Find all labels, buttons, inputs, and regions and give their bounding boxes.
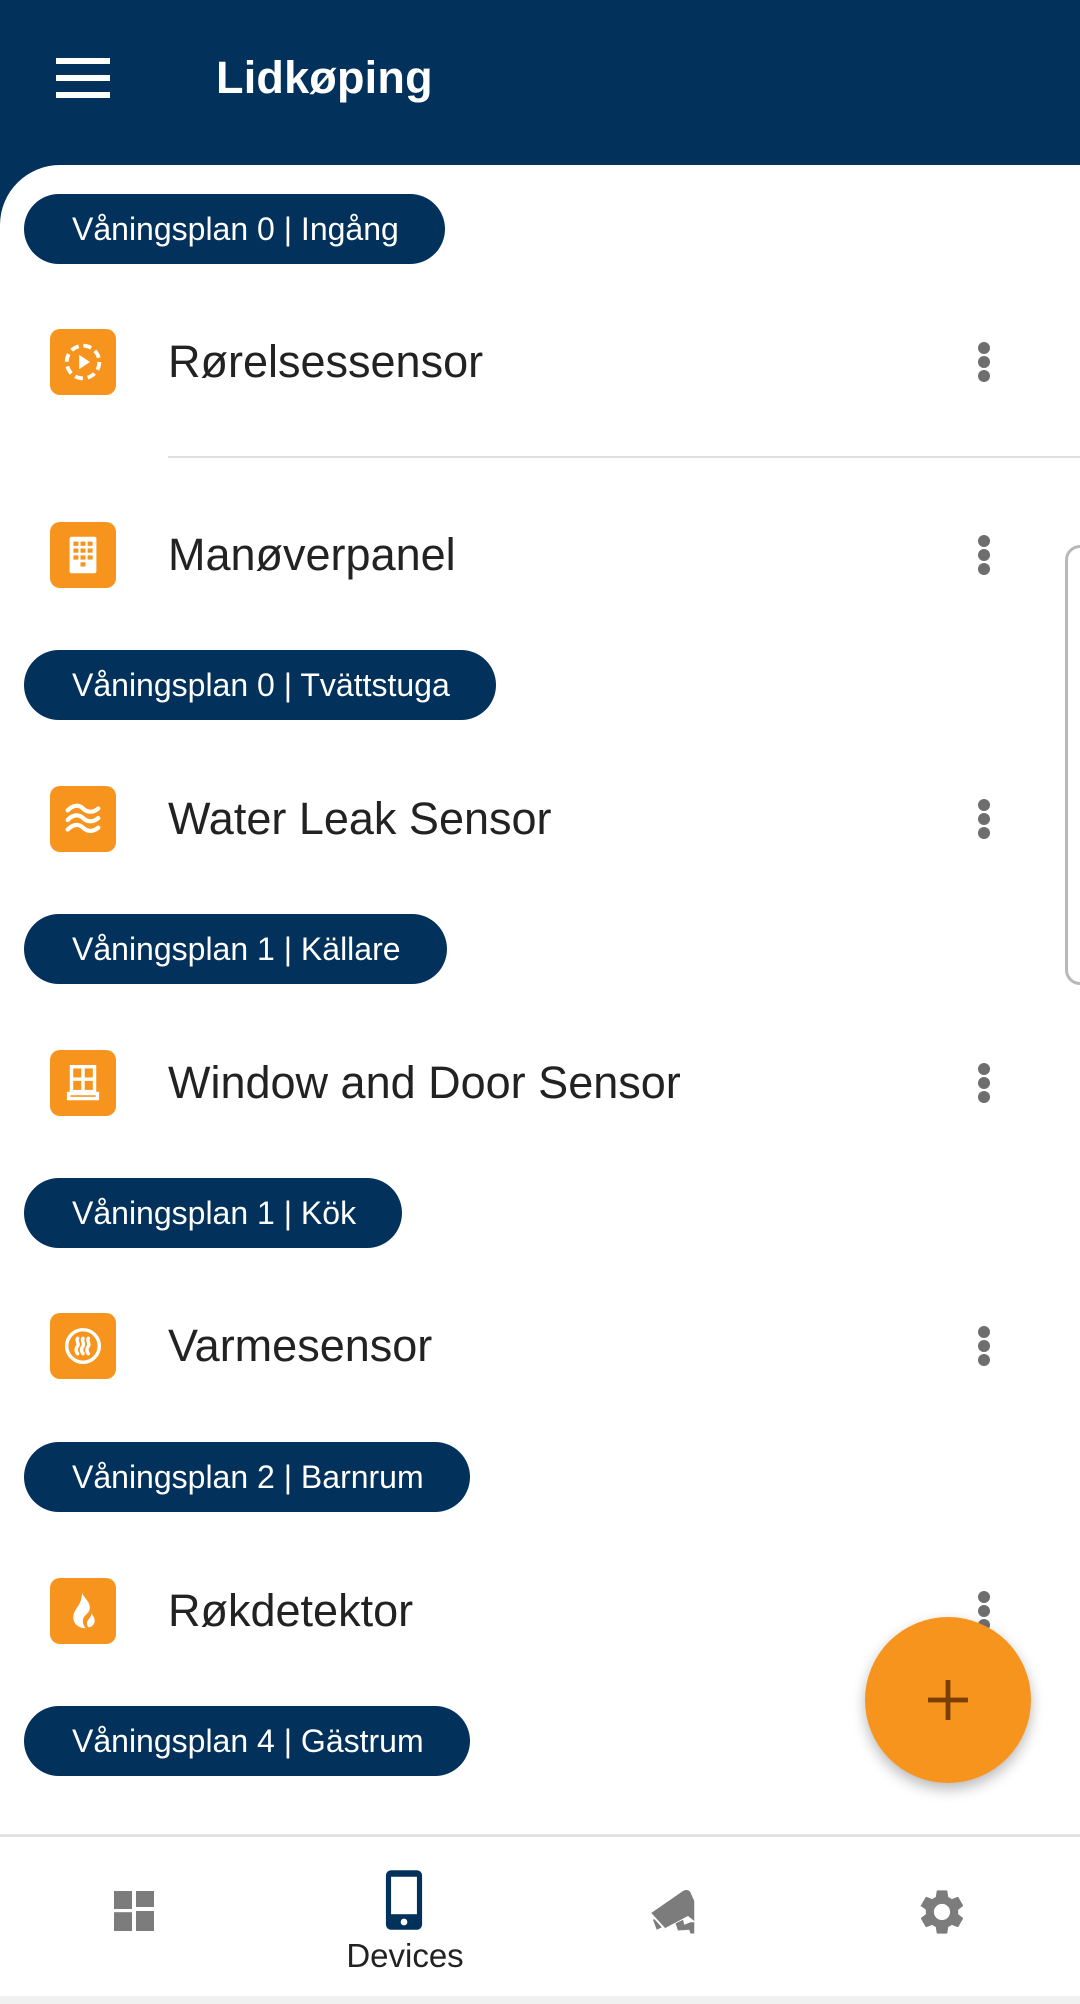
window-icon — [50, 1050, 116, 1116]
hamburger-menu-icon[interactable] — [56, 58, 110, 98]
gear-icon — [920, 1890, 964, 1934]
room-chip: Våningsplan 0 | Ingång — [24, 194, 445, 264]
dashboard-icon — [114, 1891, 154, 1931]
divider — [168, 456, 1080, 458]
more-options-icon[interactable] — [966, 336, 1002, 388]
more-options-icon[interactable] — [966, 793, 1002, 845]
device-name: Window and Door Sensor — [168, 1057, 681, 1108]
bottom-navigation: Devices — [0, 1834, 1080, 1996]
water-waves-icon — [50, 786, 116, 852]
room-chip: Våningsplan 4 | Gästrum — [24, 1706, 470, 1776]
device-name: Water Leak Sensor — [168, 793, 552, 844]
page-title: Lidkøping — [216, 52, 433, 103]
device-row[interactable]: Water Leak Sensor — [0, 759, 1080, 879]
room-chip: Våningsplan 1 | Kök — [24, 1178, 403, 1248]
motion-sensor-icon — [50, 329, 116, 395]
plus-icon — [928, 1680, 968, 1720]
keypad-icon — [50, 522, 116, 588]
device-name: Varmesensor — [168, 1320, 433, 1371]
security-camera-icon — [649, 1889, 695, 1934]
smartphone-icon — [385, 1870, 423, 1930]
flame-icon — [50, 1578, 116, 1644]
nav-devices[interactable]: Devices — [270, 1837, 540, 1996]
heat-sensor-icon — [50, 1313, 116, 1379]
room-chip: Våningsplan 0 | Tvättstuga — [24, 650, 496, 720]
more-options-icon[interactable] — [966, 529, 1002, 581]
system-bar — [0, 1996, 1080, 2004]
nav-settings[interactable] — [810, 1837, 1080, 1996]
add-device-button[interactable] — [865, 1617, 1031, 1783]
device-row[interactable]: Manøverpanel — [0, 495, 1080, 615]
side-scroll-handle[interactable] — [1065, 545, 1080, 985]
room-chip: Våningsplan 1 | Källare — [24, 914, 447, 984]
device-row[interactable]: Window and Door Sensor — [0, 1023, 1080, 1143]
room-chip: Våningsplan 2 | Barnrum — [24, 1442, 470, 1512]
nav-dashboard[interactable] — [0, 1837, 270, 1996]
device-list: Våningsplan 0 | Ingång Rørelsessensor Ma… — [0, 165, 1080, 1834]
device-name: Rørelsessensor — [168, 336, 484, 387]
nav-label: Devices — [346, 1937, 464, 1974]
device-row[interactable]: Rørelsessensor — [0, 302, 1080, 422]
device-row[interactable]: Varmesensor — [0, 1286, 1080, 1406]
more-options-icon[interactable] — [966, 1320, 1002, 1372]
more-options-icon[interactable] — [966, 1057, 1002, 1109]
device-name: Manøverpanel — [168, 529, 456, 580]
nav-cameras[interactable] — [540, 1837, 810, 1996]
device-name: Røkdetektor — [168, 1585, 414, 1636]
